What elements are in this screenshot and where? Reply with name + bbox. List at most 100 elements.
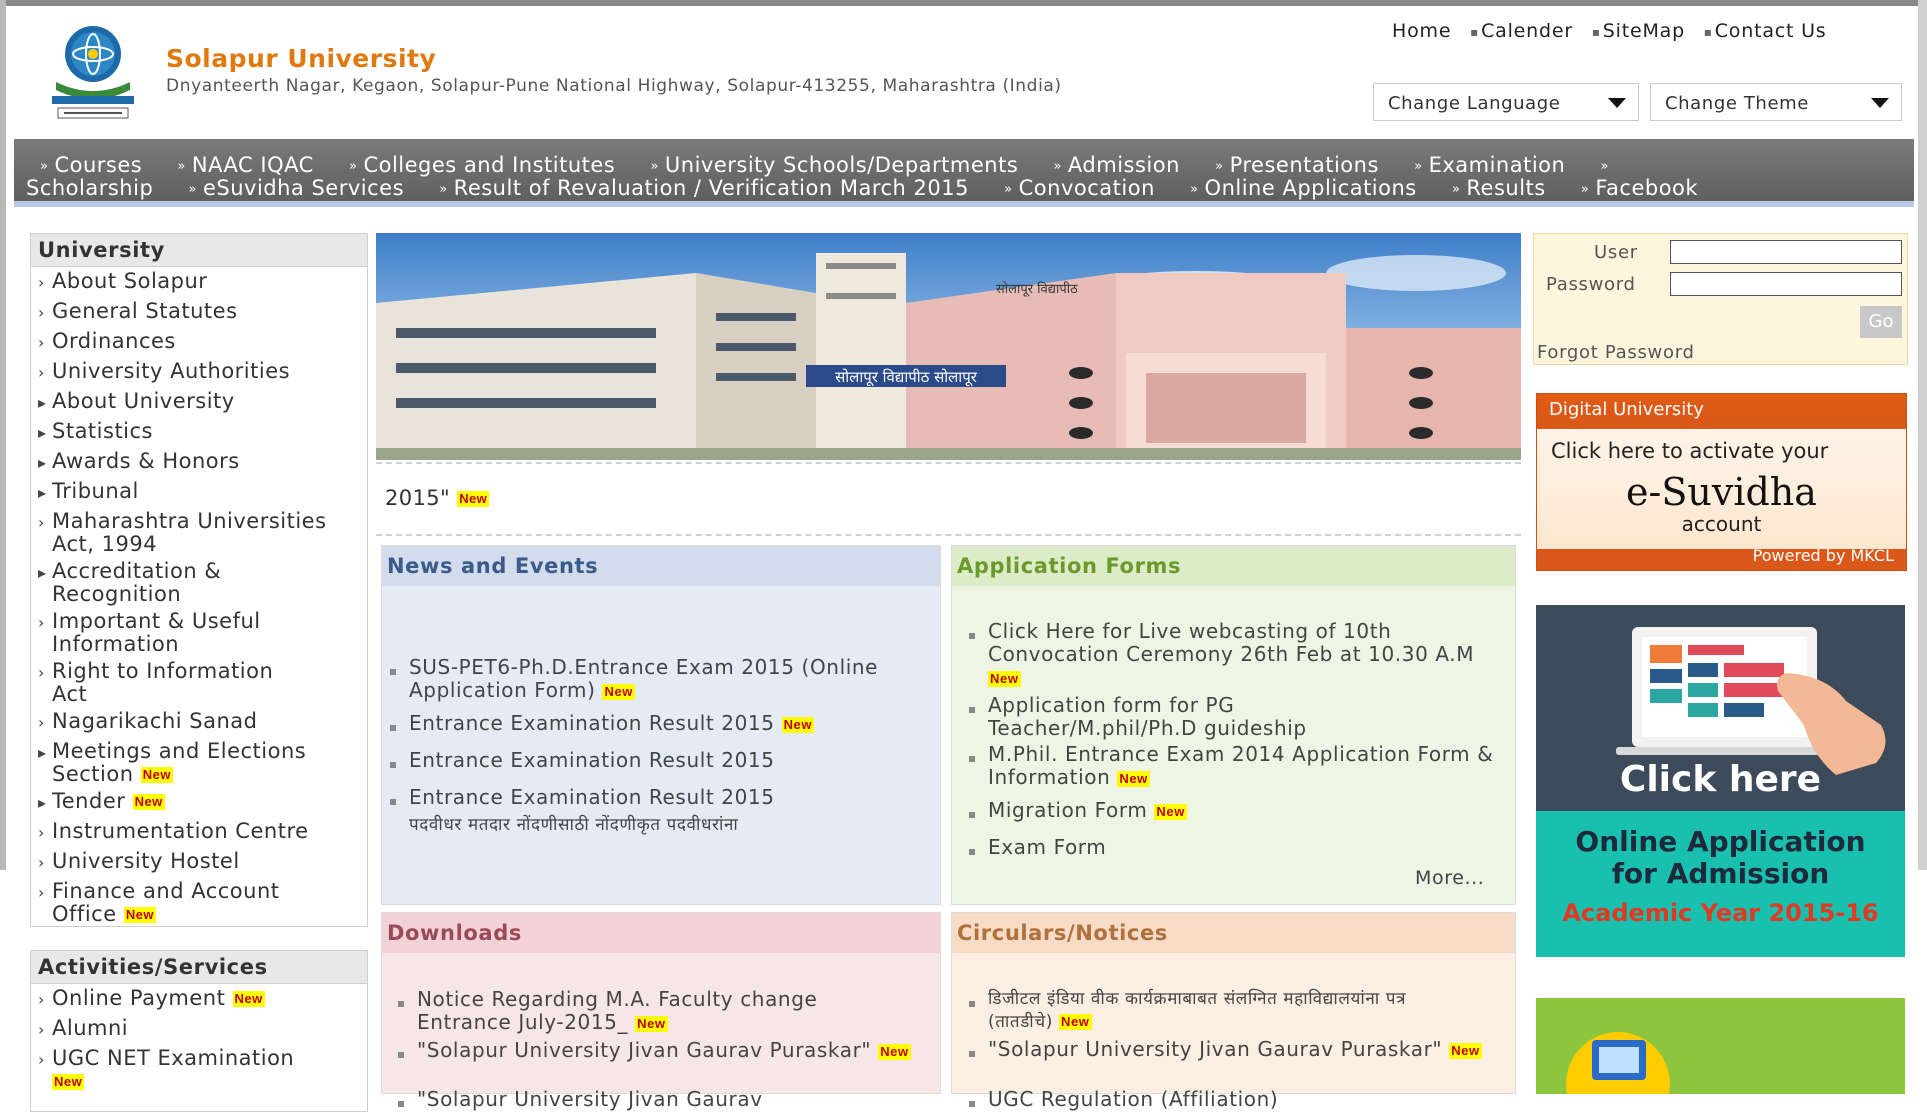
circular-item[interactable]: "Solapur University Jivan Gaurav Puraska… (969, 1038, 1488, 1061)
application-item[interactable]: Click Here for Live webcasting of 10th C… (969, 620, 1498, 689)
double-chevron-icon: » (1580, 181, 1590, 197)
password-input[interactable] (1670, 272, 1902, 296)
site-title[interactable]: Solapur University (166, 44, 436, 73)
nav-admission[interactable]: » Admission (1053, 153, 1179, 177)
menu-awards-honors[interactable]: ▸ Awards & Honors (38, 450, 240, 474)
window-right-border (1918, 0, 1927, 870)
new-badge: New (123, 907, 157, 923)
university-logo[interactable] (34, 20, 152, 124)
contact-us-link[interactable]: Contact Us (1715, 20, 1827, 42)
application-forms-panel: Application Forms Click Here for Live we… (951, 545, 1516, 905)
menu-tribunal[interactable]: ▸ Tribunal (38, 480, 139, 504)
menu-maharashtra-act[interactable]: › Maharashtra Universities Act, 1994 (38, 510, 338, 556)
application-item[interactable]: M.Phil. Entrance Exam 2014 Application F… (969, 743, 1498, 789)
menu-alumni[interactable]: › Alumni (38, 1017, 128, 1041)
chevron-right-icon: › (38, 273, 45, 292)
menu-instrumentation-centre[interactable]: › Instrumentation Centre (38, 820, 309, 844)
nav-esuvidha[interactable]: » eSuvidha Services (188, 176, 404, 200)
nav-row-1: » Courses » NAAC IQAC » Colleges and Instit… (40, 153, 1615, 177)
download-item[interactable]: "Solapur University Jivan Gaurav (398, 1088, 917, 1111)
user-input[interactable] (1670, 240, 1902, 264)
news-scrolling-text[interactable]: पदवीधर मतदार नोंदणीसाठी नोंदणीकृत पदवीधर… (409, 814, 929, 837)
bullet-icon: ▪ (1591, 24, 1601, 39)
change-language-select[interactable]: Change Language (1373, 83, 1639, 121)
chevron-right-icon: › (38, 853, 45, 872)
menu-statistics[interactable]: ▸ Statistics (38, 420, 153, 444)
nav-scholarship[interactable]: Scholarship (26, 176, 153, 200)
esuvidha-brand: Digital University (1549, 399, 1704, 420)
menu-about-university[interactable]: ▸ About University (38, 390, 235, 414)
menu-university-authorities[interactable]: › University Authorities (38, 360, 290, 384)
window-top-border (0, 0, 1927, 6)
nav-revaluation-result[interactable]: » Result of Revaluation / Verification Ma… (439, 176, 969, 200)
menu-ordinances[interactable]: › Ordinances (38, 330, 176, 354)
admission-line1: Online Application (1575, 825, 1866, 858)
nav-naac-iqac[interactable]: » NAAC IQAC (177, 153, 313, 177)
download-item[interactable]: "Solapur University Jivan Gaurav Puraska… (398, 1039, 917, 1062)
triangle-right-icon: ▸ (38, 743, 47, 762)
news-item[interactable]: Entrance Examination Result 2015 New (390, 712, 909, 735)
bullet-icon (969, 707, 975, 713)
menu-online-payment[interactable]: › Online Payment New (38, 987, 265, 1011)
double-chevron-icon: » (348, 158, 358, 174)
menu-tender[interactable]: ▸ Tender New (38, 790, 165, 814)
home-link[interactable]: Home (1392, 20, 1451, 42)
bullet-icon (390, 762, 396, 768)
university-menu: University › About Solapur › General Statu… (30, 233, 368, 927)
menu-nagarikachi-sanad[interactable]: › Nagarikachi Sanad (38, 710, 257, 734)
menu-finance-account[interactable]: › Finance and Account Office New (38, 880, 338, 926)
application-item[interactable]: Migration Form New (969, 799, 1498, 822)
menu-accreditation[interactable]: ▸ Accreditation & Recognition (38, 560, 338, 606)
new-badge: New (1449, 1042, 1482, 1059)
news-item[interactable]: Entrance Examination Result 2015 (390, 749, 909, 772)
download-item[interactable]: Notice Regarding M.A. Faculty change Ent… (398, 988, 917, 1034)
nav-facebook[interactable]: » Facebook (1581, 176, 1698, 200)
forgot-password-link[interactable]: Forgot Password (1537, 342, 1695, 363)
password-label: Password (1546, 274, 1636, 295)
bullet-icon (390, 799, 396, 805)
menu-ugc-net[interactable]: › UGC NET Examination New (38, 1047, 338, 1093)
calender-link[interactable]: Calender (1481, 20, 1573, 42)
bullet-icon: ▪ (1470, 24, 1480, 39)
circular-item[interactable]: UGC Regulation (Affiliation) (969, 1088, 1488, 1111)
sitemap-link[interactable]: SiteMap (1603, 20, 1685, 42)
online-admission-banner[interactable]: Click here Online Application for Admiss… (1536, 605, 1905, 957)
chevron-right-icon: › (38, 1020, 45, 1039)
green-banner[interactable] (1536, 998, 1905, 1094)
circular-item[interactable]: डिजीटल इंडिया वीक कार्यक्रमाबाबत संलग्नि… (969, 988, 1458, 1034)
nav-examination[interactable]: » Examination (1414, 153, 1565, 177)
esuvidha-banner[interactable]: Digital University Click here to activat… (1536, 393, 1907, 571)
double-chevron-icon: » (1600, 158, 1609, 174)
nav-courses[interactable]: » Courses (40, 153, 142, 177)
chevron-right-icon: › (38, 823, 45, 842)
more-link[interactable]: More... (1415, 867, 1484, 889)
top-links: Home ▪ Calender ▪ SiteMap ▪ Contact Us (1392, 20, 1839, 42)
menu-university-hostel[interactable]: › University Hostel (38, 850, 240, 874)
application-item[interactable]: Exam Form (969, 836, 1498, 859)
nav-presentations[interactable]: » Presentations (1215, 153, 1379, 177)
news-marquee[interactable]: 2015" New (385, 486, 490, 510)
circulars-heading: Circulars/Notices (952, 913, 1515, 953)
bullet-icon (969, 812, 975, 818)
menu-important-info[interactable]: › Important & Useful Information (38, 610, 338, 656)
triangle-right-icon: ▸ (38, 563, 47, 582)
esuvidha-powered: Powered by MKCL (1752, 546, 1894, 565)
university-menu-heading: University (31, 234, 367, 267)
new-badge: New (232, 991, 265, 1007)
nav-results[interactable]: » Results (1452, 176, 1546, 200)
nav-convocation[interactable]: » Convocation (1004, 176, 1155, 200)
menu-about-solapur[interactable]: › About Solapur (38, 270, 207, 294)
nav-online-applications[interactable]: » Online Applications (1190, 176, 1417, 200)
news-item[interactable]: Entrance Examination Result 2015 (390, 786, 909, 809)
change-theme-select[interactable]: Change Theme (1650, 83, 1902, 121)
menu-general-statutes[interactable]: › General Statutes (38, 300, 238, 324)
nav-schools[interactable]: » University Schools/Departments (650, 153, 1018, 177)
menu-meetings-elections[interactable]: ▸ Meetings and Elections Section New (38, 740, 338, 786)
menu-rti[interactable]: › Right to Information Act (38, 660, 338, 706)
go-button[interactable]: Go (1860, 306, 1902, 338)
news-item[interactable]: SUS-PET6-Ph.D.Entrance Exam 2015 (Online… (390, 656, 909, 702)
nav-colleges[interactable]: » Colleges and Institutes (349, 153, 615, 177)
new-badge: New (602, 683, 635, 700)
divider (376, 462, 1521, 464)
application-item[interactable]: Application form for PG Teacher/M.phil/P… (969, 694, 1348, 740)
